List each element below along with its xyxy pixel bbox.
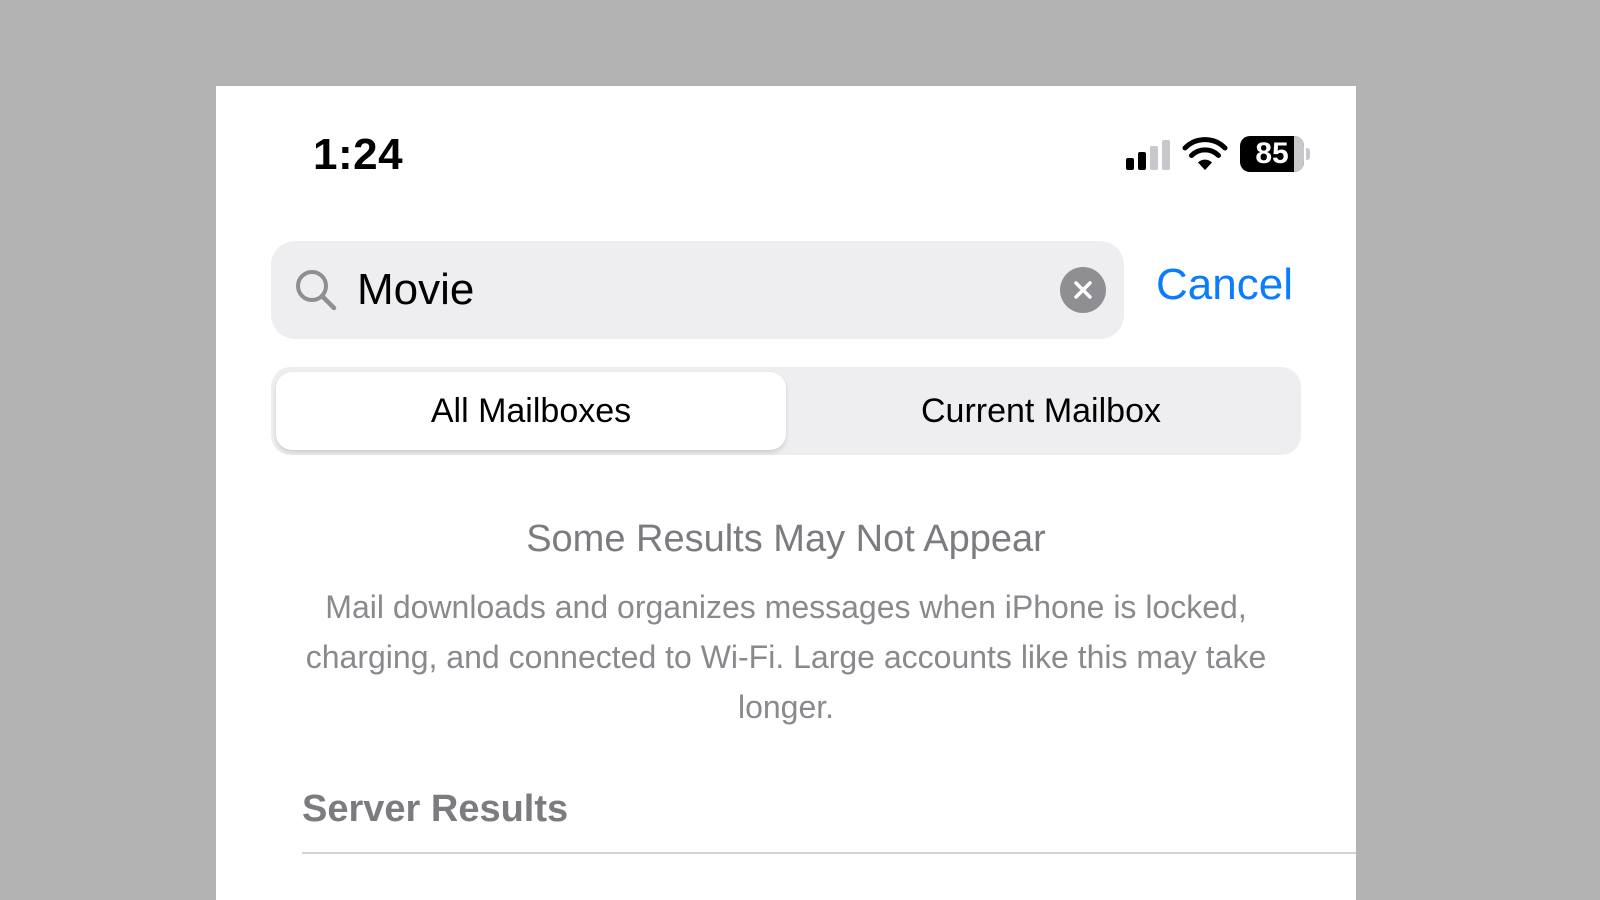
mail-search-screen: 1:24 85 Movie Cancel All Mailboxes Curre…: [216, 86, 1356, 900]
status-icons: 85: [1126, 134, 1310, 174]
section-divider: [302, 852, 1356, 854]
cellular-signal-icon: [1126, 138, 1170, 170]
scope-current-mailbox[interactable]: Current Mailbox: [786, 372, 1296, 450]
clear-icon: [1074, 281, 1092, 299]
notice-title: Some Results May Not Appear: [526, 518, 1046, 560]
battery-icon: 85: [1240, 136, 1310, 172]
mailbox-scope-control: All Mailboxes Current Mailbox: [271, 367, 1301, 455]
wifi-icon: [1182, 137, 1228, 170]
search-icon: [296, 270, 337, 311]
notice-body: Mail downloads and organizes messages wh…: [305, 589, 1267, 725]
battery-level: 85: [1255, 137, 1289, 170]
search-input[interactable]: [357, 260, 1060, 320]
clear-search-button[interactable]: [1060, 267, 1106, 313]
scope-all-mailboxes[interactable]: All Mailboxes: [276, 372, 786, 450]
search-field[interactable]: [271, 241, 1124, 339]
status-time: 1:24: [313, 130, 404, 179]
server-results-header: Server Results: [302, 788, 569, 830]
cancel-button[interactable]: Cancel: [1156, 260, 1293, 310]
